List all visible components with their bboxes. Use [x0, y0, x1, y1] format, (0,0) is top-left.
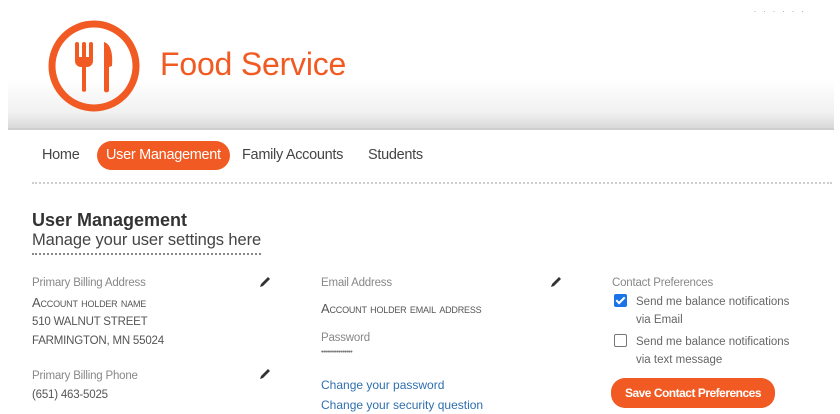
pref-email-line2: via Email: [636, 314, 683, 326]
password-label: Password: [321, 332, 370, 344]
nav-item-students[interactable]: Students: [368, 141, 423, 170]
header-utility-text: · · · · · ·: [753, 6, 806, 16]
billing-phone: (651) 463-5025: [32, 389, 108, 401]
page-title: User Management: [32, 210, 188, 230]
pref-email-text: Send me balance notifications via Email: [636, 293, 826, 329]
account-email: Account holder email address: [321, 301, 482, 316]
nav-item-home[interactable]: Home: [42, 141, 80, 170]
pencil-icon[interactable]: [258, 367, 272, 381]
billing-street: 510 WALNUT STREET: [32, 316, 148, 328]
change-password-link[interactable]: Change your password: [321, 378, 444, 392]
pref-email-line1: Send me balance notifications: [636, 296, 790, 308]
billing-city: FARMINGTON, MN 55024: [32, 335, 164, 347]
brand-name: Food Service: [160, 46, 347, 82]
text-notification-checkbox[interactable]: [614, 334, 627, 347]
nav-divider: [32, 182, 832, 184]
pencil-icon[interactable]: [258, 275, 272, 289]
site-header: · · · · · · Food Service: [8, 0, 834, 130]
email-notification-checkbox[interactable]: [614, 294, 627, 307]
billing-address-label: Primary Billing Address: [32, 277, 146, 289]
pref-text-text: Send me balance notifications via text m…: [636, 333, 826, 369]
save-contact-preferences-button[interactable]: Save Contact Preferences: [611, 378, 775, 408]
page-subtitle: Manage your user settings here: [32, 231, 261, 255]
fork-knife-icon: [48, 20, 140, 112]
checkmark-icon: [615, 294, 626, 305]
change-security-question-link[interactable]: Change your security question: [321, 398, 483, 412]
account-holder-name: Account holder name: [32, 295, 147, 310]
nav-item-family-accounts[interactable]: Family Accounts: [242, 141, 343, 170]
password-mask: ••••••••••••••••: [321, 349, 353, 356]
pref-text-line2: via text message: [636, 354, 723, 366]
email-label: Email Address: [321, 277, 392, 289]
nav-item-user-management[interactable]: User Management: [97, 141, 230, 170]
contact-preferences-label: Contact Preferences: [612, 277, 714, 289]
billing-phone-label: Primary Billing Phone: [32, 370, 138, 382]
pref-text-line1: Send me balance notifications: [636, 336, 790, 348]
pencil-icon[interactable]: [549, 275, 563, 289]
